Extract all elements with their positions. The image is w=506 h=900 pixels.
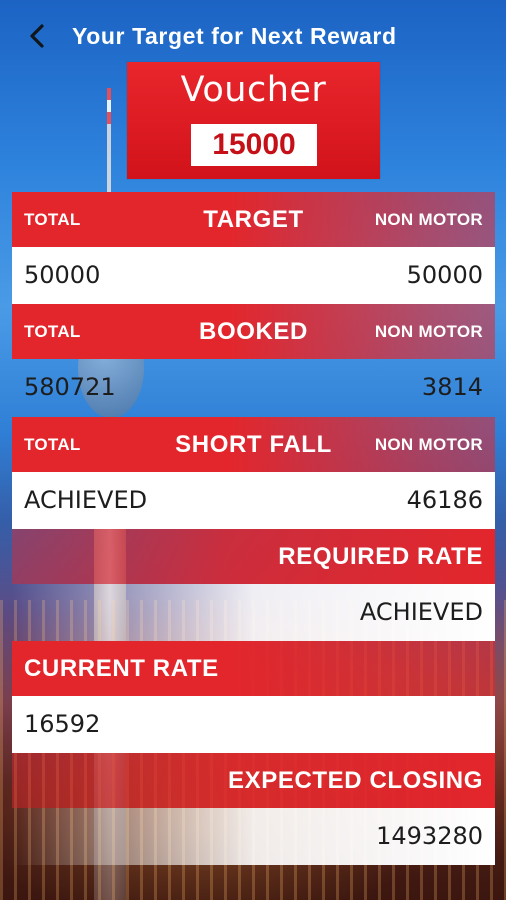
booked-non-motor-value: 3814	[421, 373, 483, 401]
expected-closing-value: 1493280	[376, 822, 483, 850]
required-rate-value: ACHIEVED	[359, 598, 483, 626]
voucher-label: Voucher	[180, 70, 327, 110]
expected-closing-header-row: EXPECTED CLOSING	[12, 753, 495, 808]
booked-total-value: 580721	[24, 373, 116, 401]
short-fall-value-row: ACHIEVED 46186	[12, 472, 495, 529]
current-rate-value-row: 16592	[12, 696, 495, 753]
required-rate-value-row: ACHIEVED	[12, 584, 495, 641]
target-non-motor-value: 50000	[406, 261, 483, 289]
expected-closing-heading: EXPECTED CLOSING	[228, 767, 483, 794]
short-fall-non-motor-value: 46186	[406, 486, 483, 514]
target-non-motor-label: NON MOTOR	[374, 210, 483, 229]
short-fall-header-row: TOTAL SHORT FALL NON MOTOR	[12, 417, 495, 472]
target-value-row: 50000 50000	[12, 247, 495, 304]
booked-header-row: TOTAL BOOKED NON MOTOR	[12, 304, 495, 359]
arrow-left-icon[interactable]	[24, 22, 52, 50]
current-rate-heading: CURRENT RATE	[24, 655, 219, 682]
short-fall-non-motor-label: NON MOTOR	[374, 435, 483, 454]
required-rate-header-row: REQUIRED RATE	[12, 529, 495, 584]
page-title: Your Target for Next Reward	[72, 23, 397, 49]
current-rate-header-row: CURRENT RATE	[12, 641, 495, 696]
current-rate-value: 16592	[24, 710, 101, 738]
booked-non-motor-label: NON MOTOR	[374, 322, 483, 341]
header-bar: Your Target for Next Reward	[0, 14, 506, 60]
expected-closing-value-row: 1493280	[12, 808, 495, 865]
short-fall-total-value: ACHIEVED	[24, 486, 148, 514]
target-total-value: 50000	[24, 261, 101, 289]
tv-tower-antenna	[107, 88, 111, 208]
voucher-amount: 15000	[191, 124, 317, 166]
target-header-row: TOTAL TARGET NON MOTOR	[12, 192, 495, 247]
booked-value-row: 580721 3814	[12, 359, 495, 416]
required-rate-heading: REQUIRED RATE	[278, 543, 483, 570]
voucher-card: Voucher 15000	[127, 62, 380, 179]
